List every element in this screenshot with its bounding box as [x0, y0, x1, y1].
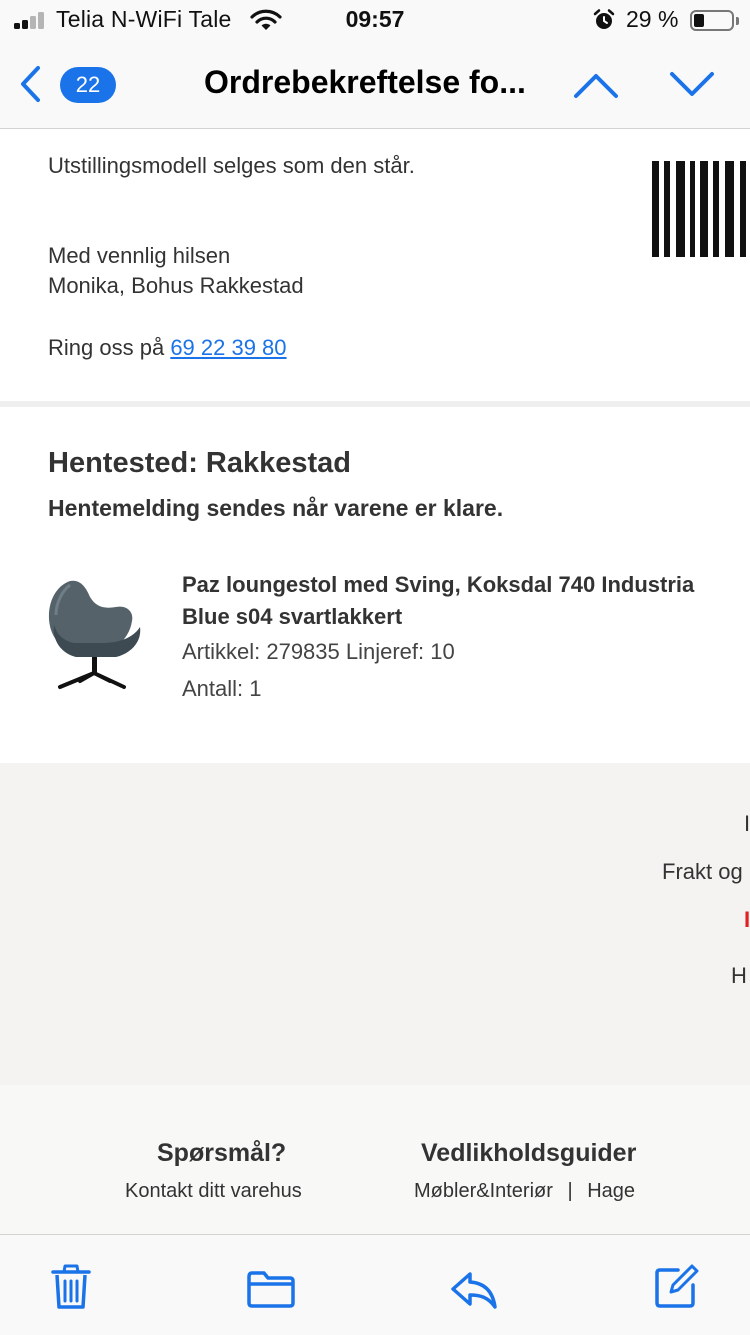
- lounge-chair-image: [48, 580, 141, 689]
- battery-percent: 29 %: [626, 6, 679, 32]
- order-summary: I Frakt og I H: [0, 763, 750, 1085]
- guide-furniture-link[interactable]: Møbler&Interiør: [414, 1180, 553, 1202]
- greeting-text: Med vennlig hilsen: [48, 243, 231, 268]
- back-chevron-icon[interactable]: [16, 64, 46, 104]
- summary-row-4: H: [731, 963, 747, 988]
- next-message-icon[interactable]: [668, 68, 716, 102]
- questions-heading: Spørsmål?: [157, 1139, 287, 1167]
- alarm-icon: [593, 9, 615, 29]
- summary-row-3: I: [744, 907, 750, 932]
- mail-toolbar: [0, 1234, 750, 1335]
- section-divider: [0, 401, 750, 407]
- pickup-notice: Hentemelding sendes når varene er klare.: [48, 495, 504, 521]
- product-name-line-1: Paz loungestol med Sving, Koksdal 740 In…: [182, 572, 695, 597]
- care-guides-heading: Vedlikholdsguider: [421, 1139, 637, 1167]
- intro-text: Utstillingsmodell selges som den står.: [48, 153, 415, 178]
- pickup-location-heading: Hentested: Rakkestad: [48, 447, 351, 479]
- care-guides-links: Møbler&Interiør | Hage: [414, 1180, 635, 1203]
- email-footer: Spørsmål? Kontakt ditt varehus Vedlikhol…: [0, 1085, 750, 1234]
- status-bar: Telia N-WiFi Tale 09:57 29 %: [0, 0, 750, 42]
- trash-icon[interactable]: [50, 1263, 92, 1311]
- folder-icon[interactable]: [246, 1269, 296, 1309]
- call-prefix: Ring oss på: [48, 335, 165, 360]
- product-name: Paz loungestol med Sving, Koksdal 740 In…: [182, 569, 694, 633]
- message-title: Ordrebekreftelse fo...: [204, 64, 526, 100]
- barcode-image: [652, 161, 750, 257]
- reply-icon[interactable]: [450, 1271, 498, 1311]
- summary-row-1: I: [744, 811, 750, 836]
- unread-count-badge[interactable]: 22: [60, 67, 116, 103]
- compose-icon[interactable]: [654, 1263, 700, 1309]
- mail-nav-bar: 22 Ordrebekreftelse fo...: [0, 42, 750, 129]
- signature-text: Monika, Bohus Rakkestad: [48, 273, 304, 298]
- message-body: Utstillingsmodell selges som den står. M…: [0, 129, 750, 1234]
- battery-icon: [690, 10, 734, 31]
- guide-separator: |: [567, 1180, 573, 1202]
- battery-level: [694, 14, 704, 27]
- contact-store-link[interactable]: Kontakt ditt varehus: [125, 1180, 302, 1203]
- product-name-line-2: Blue s04 svartlakkert: [182, 604, 403, 629]
- summary-shipping: Frakt og: [662, 859, 743, 884]
- previous-message-icon[interactable]: [572, 68, 620, 102]
- call-us-line: Ring oss på 69 22 39 80: [48, 335, 287, 361]
- product-quantity: Antall: 1: [182, 676, 262, 701]
- guide-garden-link[interactable]: Hage: [587, 1180, 635, 1202]
- product-article: Artikkel: 279835 Linjeref: 10: [182, 639, 455, 664]
- phone-link[interactable]: 69 22 39 80: [170, 335, 286, 360]
- battery-nub: [736, 17, 739, 25]
